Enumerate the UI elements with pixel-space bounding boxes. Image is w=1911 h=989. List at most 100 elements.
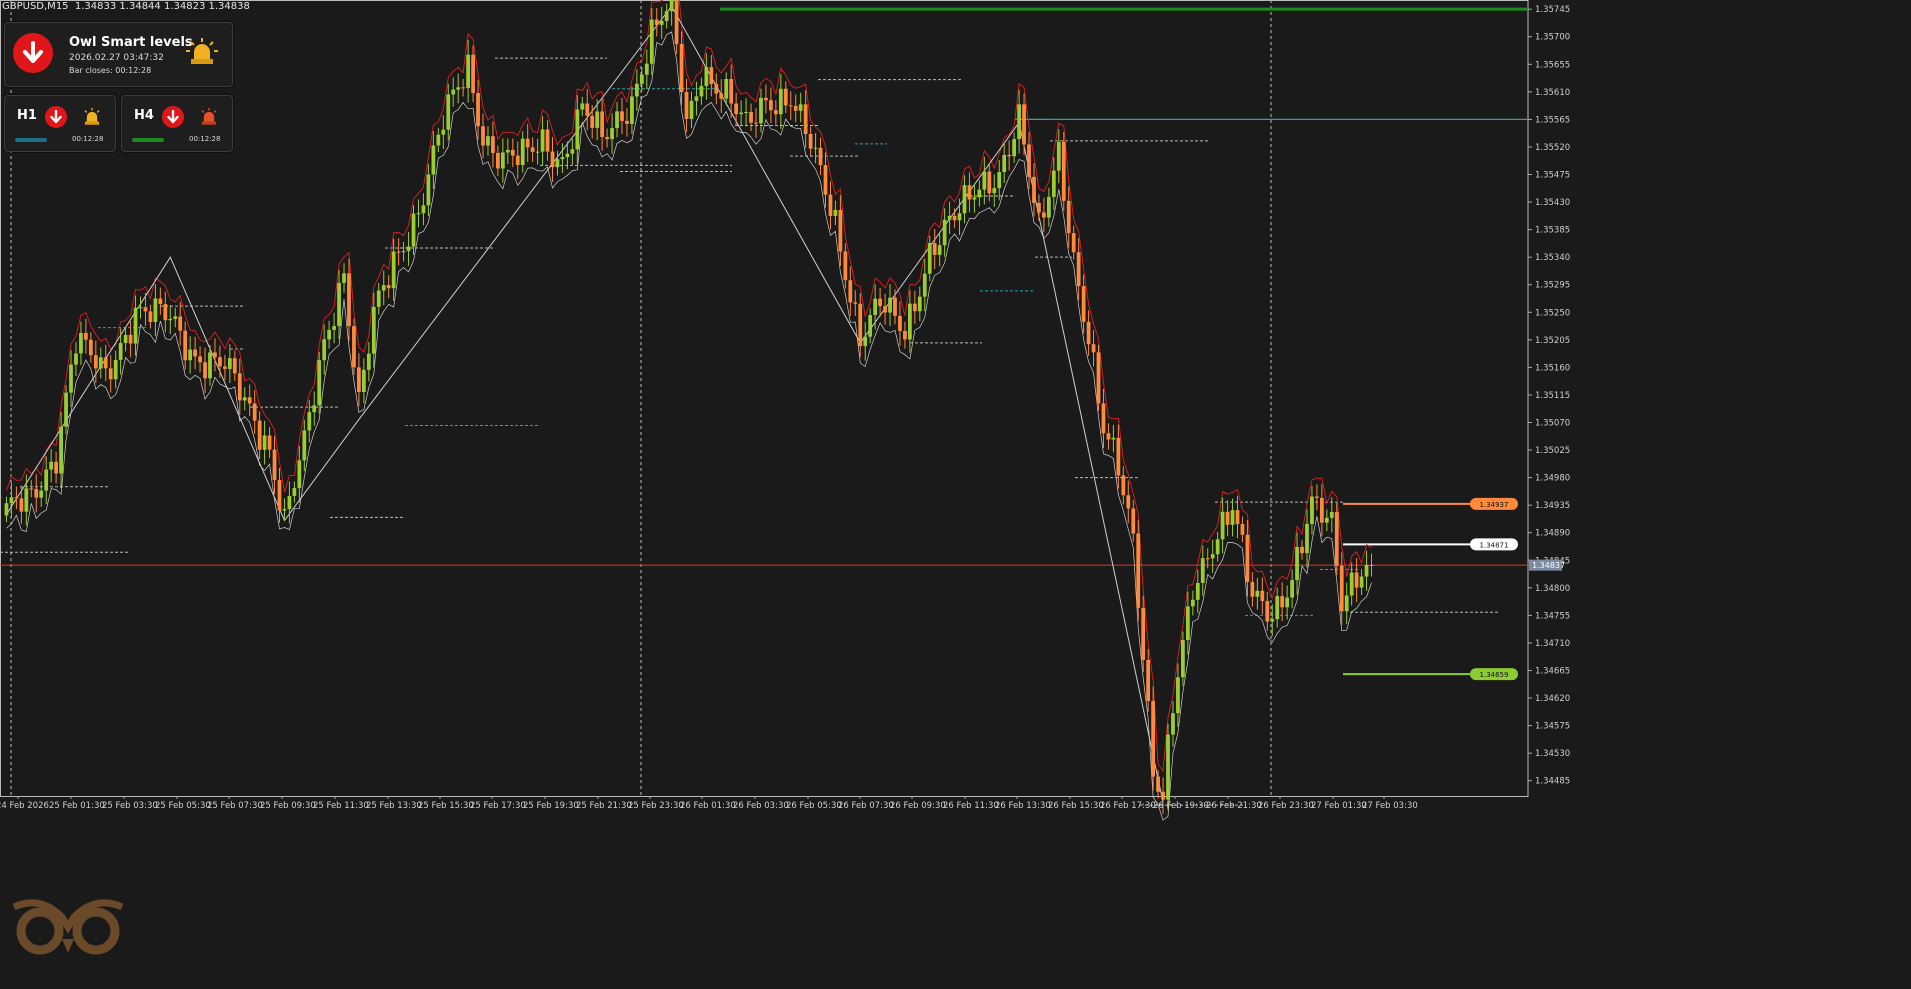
h1-label: H1 — [17, 108, 37, 123]
candle-body — [838, 209, 843, 252]
candle-body — [1369, 564, 1374, 566]
candle-body — [808, 134, 813, 149]
candle-body — [1111, 437, 1116, 440]
candle-body — [173, 316, 178, 319]
candle-body — [297, 460, 302, 489]
candle-body — [739, 112, 744, 115]
candle-body — [580, 103, 585, 110]
candle-body — [709, 67, 714, 85]
candle-body — [982, 171, 987, 190]
bar-closes-label: Bar closes: 00:12:28 — [69, 66, 152, 75]
x-tick-label: 25 Feb 23:30 — [628, 801, 684, 811]
x-tick-label: 26 Feb 07:30 — [838, 801, 894, 811]
x-tick-label: 27 Feb 03:30 — [1362, 801, 1418, 811]
candle-body — [227, 358, 232, 369]
candle-body — [620, 111, 624, 121]
candle-body — [1042, 212, 1046, 218]
candle-body — [371, 306, 376, 354]
x-tick-label: 26 Feb 05:30 — [786, 801, 842, 811]
h4-progress-bar — [132, 138, 164, 142]
candle-body — [491, 136, 495, 153]
candle-body — [1106, 433, 1111, 440]
candle-body — [818, 147, 823, 166]
candle-body — [1156, 776, 1160, 792]
candle-body — [540, 129, 545, 152]
candle-body — [24, 488, 29, 512]
current-price-label: 1.34837 — [1532, 561, 1565, 570]
candle-body — [1096, 352, 1101, 404]
candle-body — [550, 151, 555, 168]
y-tick-label: 1.34620 — [1535, 694, 1570, 704]
y-tick-label: 1.34575 — [1535, 722, 1570, 732]
x-tick-label: 26 Feb 03:30 — [733, 801, 789, 811]
x-tick-label: 25 Feb 13:30 — [366, 801, 422, 811]
candle-body — [481, 126, 485, 146]
price-chart[interactable]: 1.34937 1.34871 1.34659 1.35745 1.35700 1.35… — [0, 0, 1911, 989]
candle-body — [883, 306, 887, 313]
y-tick-label: 1.35160 — [1535, 363, 1570, 373]
candle-body — [1280, 596, 1285, 608]
candle-body — [798, 104, 803, 111]
candle-body — [719, 93, 724, 99]
candle-body — [515, 155, 520, 165]
candle-body — [1354, 572, 1359, 588]
candle-body — [198, 356, 202, 363]
candle-body — [332, 326, 336, 330]
candle-body — [1215, 539, 1220, 555]
x-tick-label: 25 Feb 15:30 — [418, 801, 474, 811]
candle-body — [34, 488, 39, 498]
candle-body — [59, 426, 63, 474]
y-tick-label: 1.35025 — [1535, 446, 1570, 456]
y-tick-label: 1.34935 — [1535, 501, 1570, 511]
y-tick-label: 1.35565 — [1535, 115, 1570, 125]
chart-canvas[interactable]: 1.34937 1.34871 1.34659 1.35745 1.35700 1.35… — [0, 0, 1911, 989]
alarm-light-icon[interactable] — [185, 37, 219, 71]
candle-body — [1250, 582, 1255, 597]
h4-timer: 00:12:28 — [189, 135, 221, 143]
candle-body — [585, 103, 590, 116]
candle-body — [133, 307, 138, 344]
candle-body — [123, 334, 128, 343]
candle-body — [312, 405, 317, 413]
y-tick-label: 1.35520 — [1535, 143, 1570, 153]
y-tick-label: 1.35340 — [1535, 253, 1570, 263]
x-tick-label: 26 Feb 15:30 — [1048, 801, 1104, 811]
y-tick-label: 1.35700 — [1535, 33, 1570, 43]
candle-body — [858, 303, 863, 347]
candle-body — [833, 209, 838, 216]
candle-body — [729, 79, 734, 104]
candle-body — [218, 357, 222, 367]
candle-body — [610, 128, 614, 140]
alarm-light-red-icon[interactable] — [198, 107, 220, 131]
h4-panel[interactable]: H4 00:12:28 — [121, 95, 233, 152]
candle-body — [14, 497, 19, 499]
candle-body — [967, 185, 972, 200]
candle-body — [530, 147, 535, 152]
candle-body — [639, 74, 644, 84]
candle-body — [1171, 713, 1175, 735]
candle-body — [118, 342, 123, 360]
h1-panel[interactable]: H1 00:12:28 — [4, 95, 116, 152]
candle-body — [853, 302, 858, 304]
candle-body — [19, 498, 24, 512]
alarm-light-icon[interactable] — [81, 107, 103, 131]
y-tick-label: 1.35475 — [1535, 171, 1570, 181]
candle-body — [1290, 580, 1294, 598]
candle-body — [1359, 576, 1364, 588]
candle-body — [178, 316, 183, 331]
candle-body — [788, 105, 793, 107]
candle-body — [863, 336, 868, 347]
candle-body — [237, 373, 242, 401]
candle-body — [848, 280, 853, 303]
candle-body — [893, 297, 897, 316]
candle-body — [828, 194, 833, 216]
candle-body — [456, 87, 461, 90]
candle-body — [496, 152, 500, 169]
symbol-info: GBPUSD,M15 1.34833 1.34844 1.34823 1.348… — [2, 1, 250, 12]
candle-body — [1141, 607, 1146, 660]
candle-body — [1126, 495, 1131, 509]
owl-main-panel[interactable]: Owl Smart levels 2026.02.27 03:47:32 Bar… — [4, 22, 233, 87]
candle-body — [188, 349, 193, 361]
candle-body — [1305, 523, 1309, 554]
candle-body — [1334, 512, 1339, 566]
